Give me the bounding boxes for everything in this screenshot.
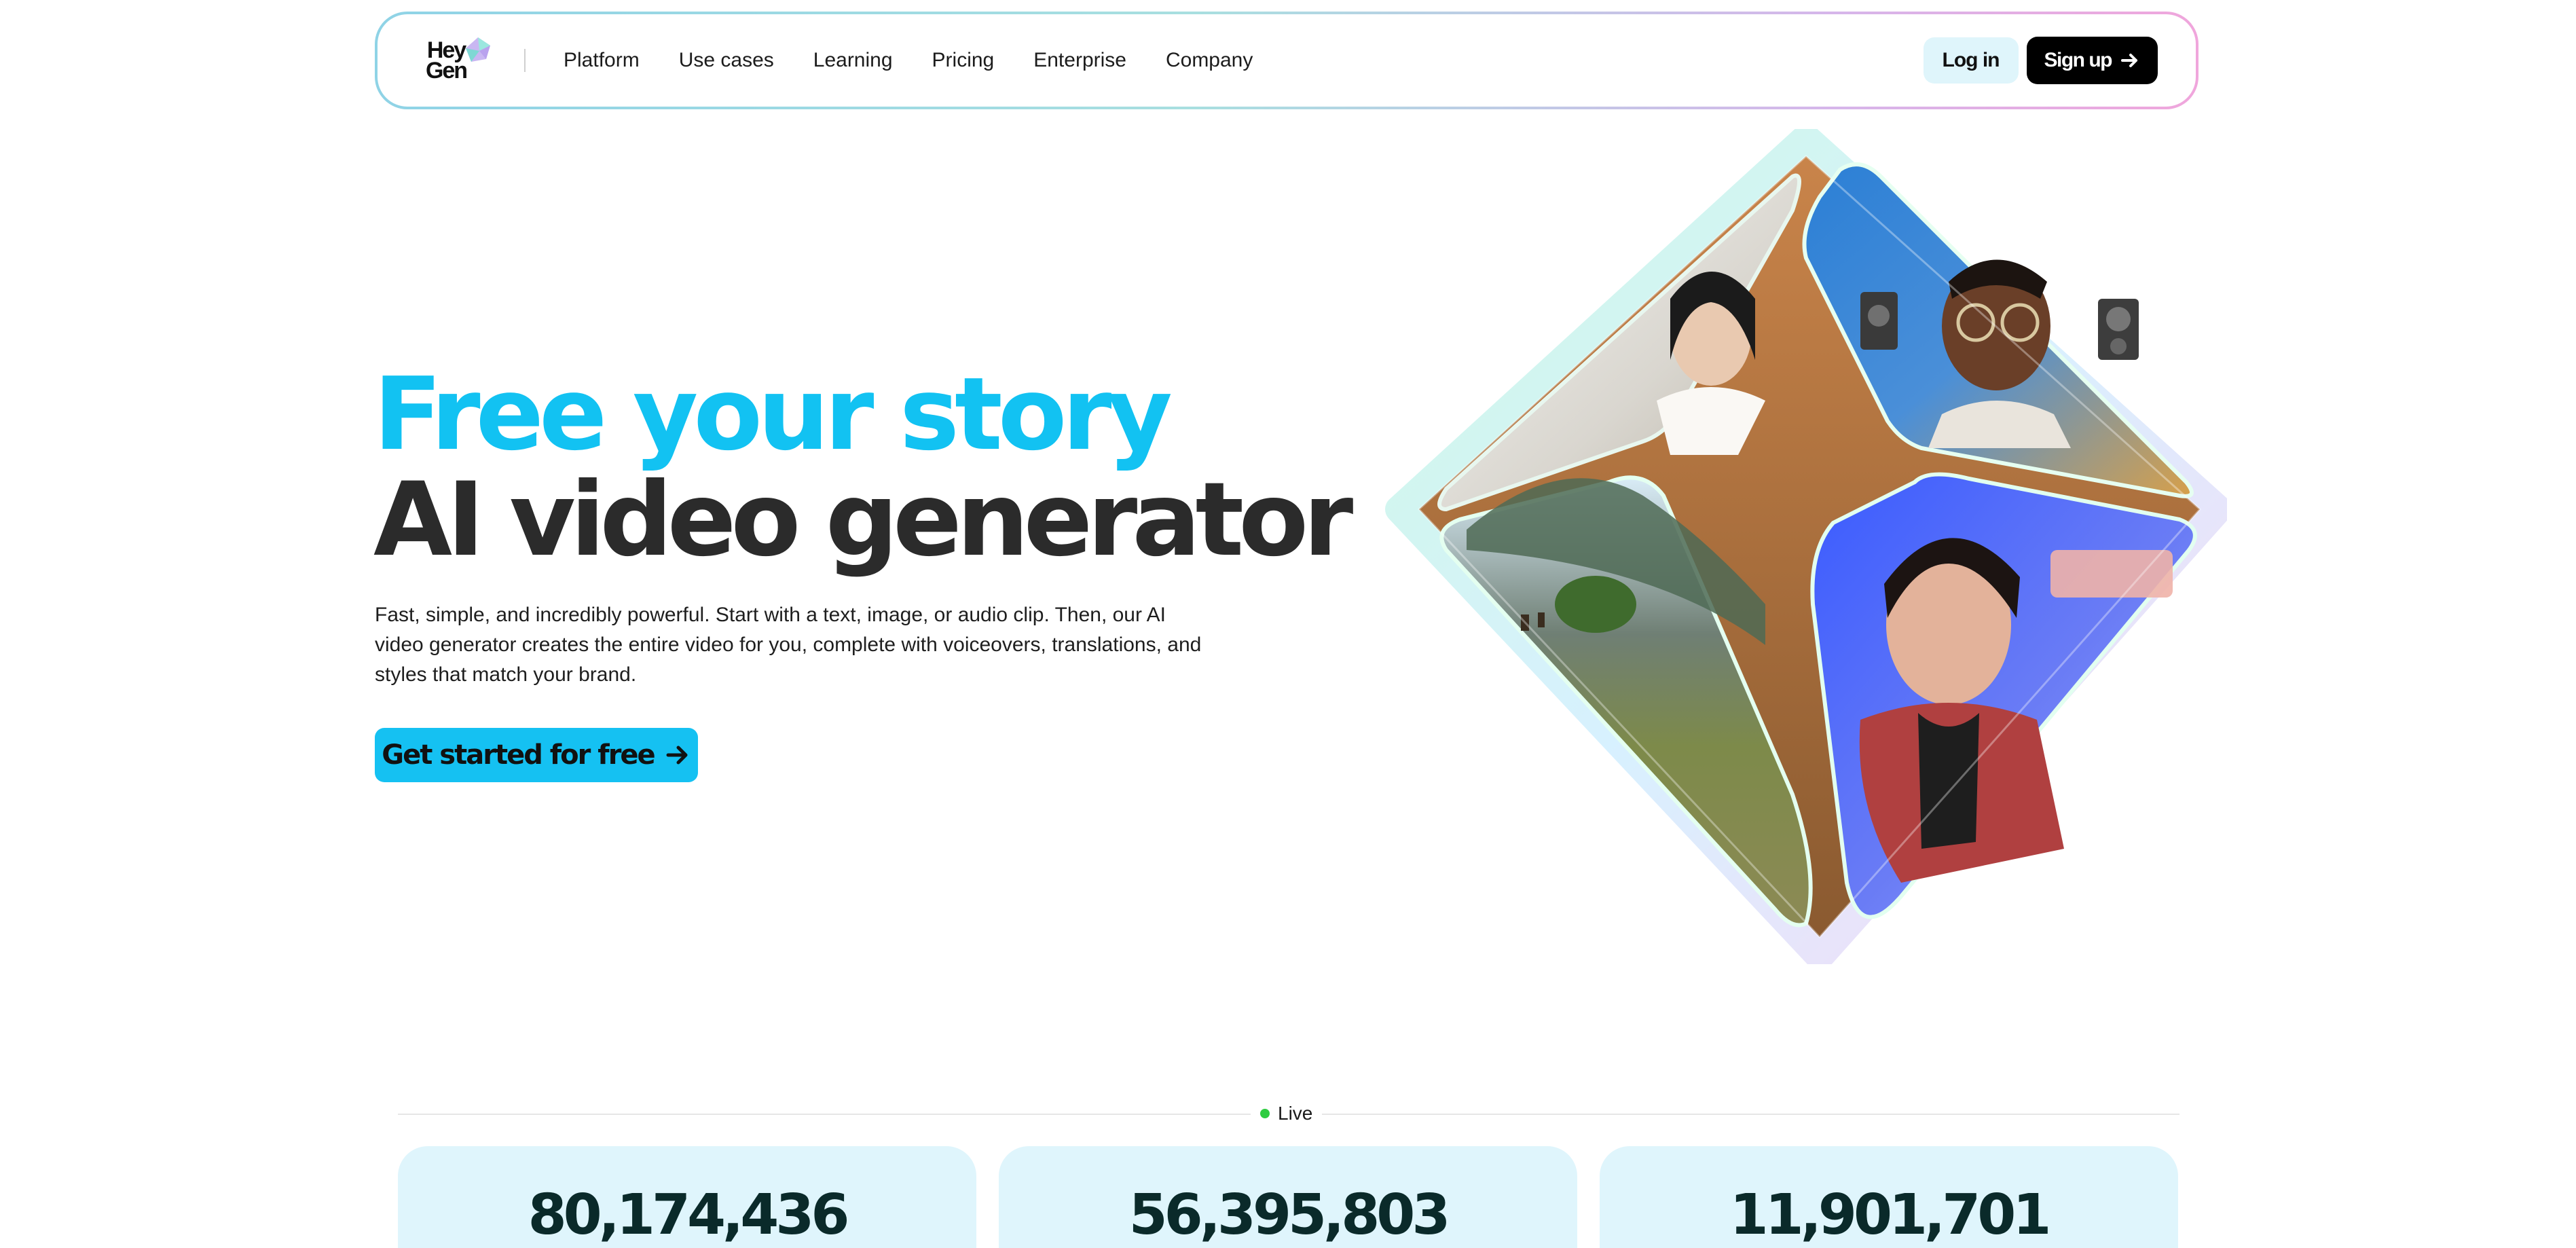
login-button-label: Log in [1942,49,2000,71]
live-dot-icon [1260,1109,1270,1118]
top-navbar: Hey Gen Platform Use cases Learning Pric… [375,12,2198,109]
signup-button[interactable]: Sign up [2026,37,2158,84]
heygen-gem-icon [466,37,490,62]
stat-value: 11,901,701 [1729,1183,2052,1247]
get-started-button-label: Get started for free [382,739,655,771]
arrow-right-icon [666,746,688,765]
get-started-button[interactable]: Get started for free [375,728,698,782]
nav-link-company[interactable]: Company [1166,49,1253,72]
signup-button-label: Sign up [2044,49,2113,71]
hero-video-octahedron [1385,129,2227,964]
arrow-right-icon [2121,54,2137,67]
login-button[interactable]: Log in [1923,37,2019,84]
navbar-inner: Hey Gen Platform Use cases Learning Pric… [378,14,2196,107]
nav-link-learning[interactable]: Learning [813,49,893,72]
stat-card: 80,174,436 [398,1146,976,1248]
live-label: Live [1278,1103,1313,1124]
nav-actions: Log in Sign up [1923,37,2158,84]
hero-title-product: AI video generator [373,461,1353,579]
hero-title-tagline: Free your story [373,356,1173,473]
nav-link-enterprise[interactable]: Enterprise [1033,49,1126,72]
stat-value: 80,174,436 [528,1183,850,1247]
heygen-logo[interactable]: Hey Gen [416,33,497,88]
page: Hey Gen Platform Use cases Learning Pric… [0,0,2576,1248]
navbar-divider [524,49,526,72]
nav-links: Platform Use cases Learning Pricing Ente… [564,49,1292,72]
hero-description: Fast, simple, and incredibly powerful. S… [375,604,1202,686]
stat-card: 11,901,701 [1600,1146,2178,1248]
nav-link-use-cases[interactable]: Use cases [679,49,774,72]
stat-card: 56,395,803 [999,1146,1577,1248]
live-indicator: Live [1251,1100,1323,1127]
stat-value: 56,395,803 [1128,1183,1451,1247]
nav-link-pricing[interactable]: Pricing [932,49,995,72]
nav-link-platform[interactable]: Platform [564,49,640,72]
